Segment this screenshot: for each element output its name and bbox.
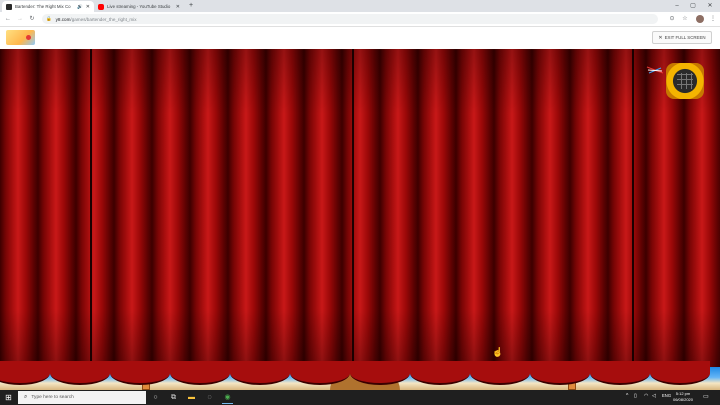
tray-volume-icon[interactable]: ◁: [652, 393, 656, 399]
windows-start-icon[interactable]: ⊞: [3, 392, 14, 403]
minimize-button[interactable]: –: [670, 0, 684, 12]
taskbar-clock[interactable]: 5:12 pm 06/08/2020: [668, 391, 698, 403]
taskbar-search-box[interactable]: ⌕ Type here to search: [18, 391, 146, 404]
extension-icon[interactable]: ⊙: [668, 15, 676, 23]
browser-toolbar: ← → ↻ 🔒 y8.com/games/bartender_the_right…: [0, 12, 720, 27]
game-canvas[interactable]: ☝: [0, 49, 720, 390]
tab-bartender[interactable]: Bartender: The Right Mix Co 🔊 ✕: [2, 1, 94, 12]
curtain-seam: [90, 49, 92, 374]
lock-icon[interactable]: 🔒: [46, 16, 52, 22]
curtain-scallop: [290, 361, 350, 385]
close-icon: ✕: [658, 34, 663, 41]
close-tab-icon[interactable]: ✕: [176, 4, 180, 10]
tab-title: Live streaming - YouTube Studio: [107, 4, 171, 9]
reload-button[interactable]: ↻: [27, 14, 37, 24]
address-bar[interactable]: 🔒 y8.com/games/bartender_the_right_mix: [42, 14, 658, 24]
youtube-favicon-icon: [98, 3, 104, 10]
curtain-scallop: [110, 361, 170, 385]
tray-wifi-icon[interactable]: ◠: [644, 393, 648, 399]
grid-icon: [677, 73, 693, 89]
task-view-icon[interactable]: ⧉: [168, 392, 179, 403]
tab-youtube-studio[interactable]: Live streaming - YouTube Studio ✕: [94, 1, 184, 12]
url-path: /games/bartender_the_right_mix: [70, 16, 137, 22]
curtain-seam: [352, 49, 354, 374]
url-host: y8.com: [55, 16, 71, 22]
logo-dot-icon: [26, 35, 31, 40]
curtain-scallop: [50, 361, 110, 385]
curtain-scallop: [590, 361, 650, 385]
search-icon: ⌕: [24, 394, 28, 400]
windows-taskbar: ⊞ ⌕ Type here to search ○ ⧉ ▬ ◌ ◉ ^ ▯ ◠ …: [0, 390, 720, 405]
exit-fullscreen-label: EXIT FULL SCREEN: [664, 35, 706, 40]
close-window-button[interactable]: ✕: [703, 0, 717, 12]
exit-fullscreen-button[interactable]: ✕ EXIT FULL SCREEN: [652, 31, 712, 44]
curtain-shading: [0, 49, 720, 374]
back-button[interactable]: ←: [3, 14, 13, 24]
y8-favicon-icon: [6, 3, 12, 10]
menu-kebab-icon[interactable]: ⋮: [709, 15, 717, 23]
bookmark-star-icon[interactable]: ☆: [681, 15, 689, 23]
curtain-seam: [632, 49, 634, 374]
clock-date: 06/08/2020: [672, 397, 694, 402]
sparkle-icon: [646, 66, 664, 74]
game-menu-button[interactable]: [666, 63, 704, 99]
tray-network-icon[interactable]: ▯: [634, 393, 637, 399]
site-logo[interactable]: [6, 30, 35, 45]
tab-title: Bartender: The Right Mix Co: [15, 4, 71, 9]
curtain-scallop: [650, 361, 710, 385]
curtain-scallop: [530, 361, 590, 385]
maximize-button[interactable]: ▢: [686, 0, 700, 12]
curtain-scallop: [350, 361, 410, 385]
speaker-icon[interactable]: 🔊: [77, 4, 83, 10]
site-header: [0, 27, 720, 49]
tray-chevron-icon[interactable]: ^: [626, 393, 628, 399]
forward-button[interactable]: →: [15, 14, 25, 24]
new-tab-button[interactable]: +: [186, 1, 196, 11]
chrome-icon[interactable]: ◉: [222, 392, 233, 404]
cortana-icon[interactable]: ○: [150, 392, 161, 403]
curtain-scallop: [170, 361, 230, 385]
profile-avatar[interactable]: [696, 15, 704, 23]
file-explorer-icon[interactable]: ▬: [186, 392, 197, 403]
search-placeholder: Type here to search: [31, 395, 74, 400]
notification-icon[interactable]: ▭: [703, 393, 709, 400]
app-icon[interactable]: ◌: [204, 392, 215, 403]
curtain-scallop: [410, 361, 470, 385]
browser-tab-strip: Bartender: The Right Mix Co 🔊 ✕ Live str…: [0, 0, 720, 12]
curtain-scallop: [230, 361, 290, 385]
curtain-scallop: [470, 361, 530, 385]
close-tab-icon[interactable]: ✕: [86, 4, 90, 10]
mouse-cursor-icon: ☝: [492, 347, 504, 357]
